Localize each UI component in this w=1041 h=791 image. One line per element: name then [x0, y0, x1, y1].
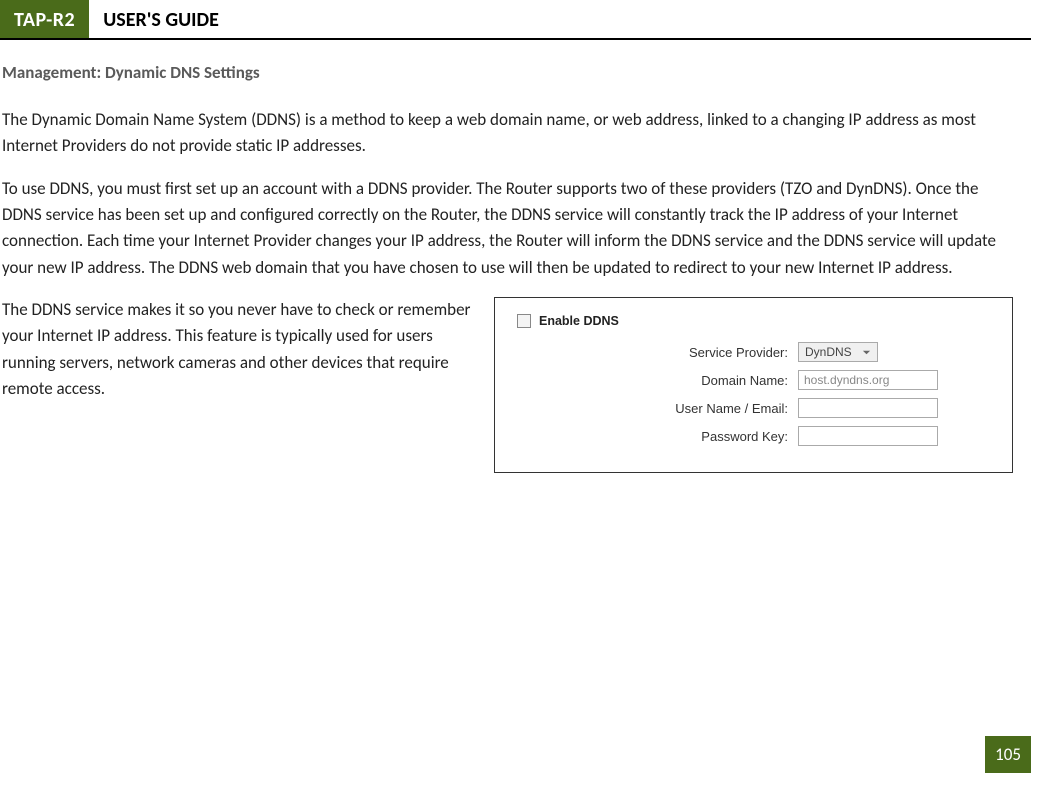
intro-paragraph-3: The DDNS service makes it so you never h…	[2, 297, 472, 402]
domain-name-input[interactable]: host.dyndns.org	[798, 370, 938, 390]
service-provider-value: DynDNS	[805, 345, 852, 359]
intro-paragraph-1: The Dynamic Domain Name System (DDNS) is…	[2, 107, 1013, 160]
document-header: TAP-R2 USER'S GUIDE	[0, 0, 1031, 40]
product-badge: TAP-R2	[0, 0, 89, 38]
document-title: USER'S GUIDE	[89, 0, 219, 38]
chevron-down-icon	[859, 345, 873, 359]
domain-name-label: Domain Name:	[513, 373, 798, 388]
enable-ddns-checkbox[interactable]	[517, 314, 531, 328]
service-provider-select[interactable]: DynDNS	[798, 342, 878, 362]
enable-ddns-label: Enable DDNS	[539, 314, 619, 328]
password-input[interactable]	[798, 426, 938, 446]
user-name-label: User Name / Email:	[513, 401, 798, 416]
section-heading: Management: Dynamic DNS Settings	[2, 62, 1013, 83]
domain-name-value: host.dyndns.org	[804, 373, 889, 387]
service-provider-label: Service Provider:	[513, 345, 798, 360]
ddns-settings-panel: Enable DDNS Service Provider: DynDNS Dom…	[494, 297, 1013, 473]
page-number: 105	[985, 736, 1031, 773]
user-name-input[interactable]	[798, 398, 938, 418]
password-label: Password Key:	[513, 429, 798, 444]
page-content: Management: Dynamic DNS Settings The Dyn…	[0, 40, 1041, 473]
intro-paragraph-2: To use DDNS, you must first set up an ac…	[2, 176, 1013, 281]
